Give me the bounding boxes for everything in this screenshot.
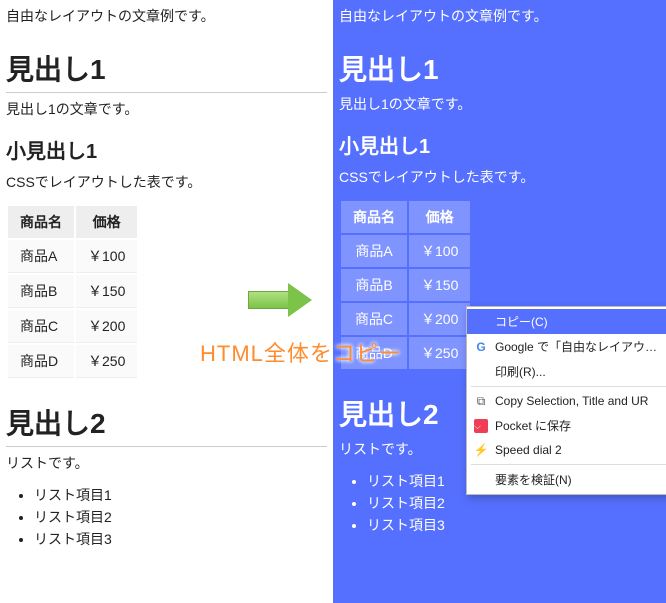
cell: ￥100 (409, 235, 470, 267)
menu-label: コピー(C) (495, 313, 666, 330)
table-caption: CSSでレイアウトした表です。 (339, 167, 660, 187)
heading-1: 見出し1 (339, 48, 660, 88)
th-name: 商品名 (341, 201, 407, 233)
menu-separator (471, 464, 666, 465)
cell: 商品A (341, 235, 407, 267)
cell: ￥100 (76, 240, 137, 273)
cell: 商品C (341, 303, 407, 335)
heading-1-paragraph: 見出し1の文章です。 (339, 94, 660, 114)
heading-1: 見出し1 (6, 48, 327, 93)
menu-inspect[interactable]: 要素を検証(N) (467, 467, 666, 492)
cell: 商品B (8, 275, 74, 308)
menu-label: Pocket に保存 (495, 417, 666, 434)
th-price: 価格 (409, 201, 470, 233)
menu-google-search[interactable]: G Google で「自由なレイアウトの文章 (467, 334, 666, 359)
menu-label: Copy Selection, Title and UR (495, 394, 666, 408)
table-caption: CSSでレイアウトした表です。 (6, 172, 327, 192)
menu-pocket[interactable]: ⌵ Pocket に保存 (467, 413, 666, 438)
speed-dial-icon: ⚡ (473, 442, 489, 458)
cell: ￥250 (76, 345, 137, 378)
pocket-icon: ⌵ (473, 418, 489, 434)
cell: ￥150 (409, 269, 470, 301)
cell: 商品C (8, 310, 74, 343)
heading-2: 見出し2 (6, 402, 327, 447)
cell: 商品B (341, 269, 407, 301)
cell: 商品D (8, 345, 74, 378)
google-icon: G (473, 339, 489, 355)
context-menu: コピー(C) G Google で「自由なレイアウトの文章 印刷(R)... ⧉… (466, 306, 666, 495)
list-item: リスト項目2 (367, 493, 660, 513)
list-item: リスト項目3 (34, 529, 327, 549)
blank-icon (473, 364, 489, 380)
menu-speed-dial[interactable]: ⚡ Speed dial 2 (467, 438, 666, 462)
blank-icon (473, 472, 489, 488)
menu-label: Google で「自由なレイアウトの文章 (495, 338, 666, 355)
menu-label: Speed dial 2 (495, 443, 666, 457)
list-item: リスト項目1 (34, 485, 327, 505)
cell: ￥250 (409, 337, 470, 369)
menu-label: 要素を検証(N) (495, 471, 666, 488)
subheading-1: 小見出し1 (6, 135, 327, 164)
intro-text: 自由なレイアウトの文章例です。 (339, 6, 660, 26)
menu-label: 印刷(R)... (495, 363, 666, 380)
th-price: 価格 (76, 206, 137, 238)
product-table: 商品名 価格 商品A￥100 商品B￥150 商品C￥200 商品D￥250 (6, 204, 139, 380)
list-item: リスト項目2 (34, 507, 327, 527)
copy-icon: ⧉ (473, 393, 489, 409)
blank-icon (473, 314, 489, 330)
intro-text: 自由なレイアウトの文章例です。 (6, 6, 327, 26)
menu-separator (471, 386, 666, 387)
list-caption: リストです。 (6, 453, 327, 473)
menu-print[interactable]: 印刷(R)... (467, 359, 666, 384)
list-item: リスト項目3 (367, 515, 660, 535)
subheading-1: 小見出し1 (339, 130, 660, 159)
arrow-icon (248, 283, 314, 317)
menu-copy-selection[interactable]: ⧉ Copy Selection, Title and UR (467, 389, 666, 413)
cell: ￥200 (76, 310, 137, 343)
cell: 商品A (8, 240, 74, 273)
right-panel-selected: 自由なレイアウトの文章例です。 見出し1 見出し1の文章です。 小見出し1 CS… (333, 0, 666, 603)
heading-1-paragraph: 見出し1の文章です。 (6, 99, 327, 119)
cell: ￥200 (409, 303, 470, 335)
overlay-caption: HTML全体をコピー (200, 336, 402, 368)
cell: ￥150 (76, 275, 137, 308)
th-name: 商品名 (8, 206, 74, 238)
item-list: リスト項目1 リスト項目2 リスト項目3 (6, 485, 327, 549)
menu-copy[interactable]: コピー(C) (467, 309, 666, 334)
